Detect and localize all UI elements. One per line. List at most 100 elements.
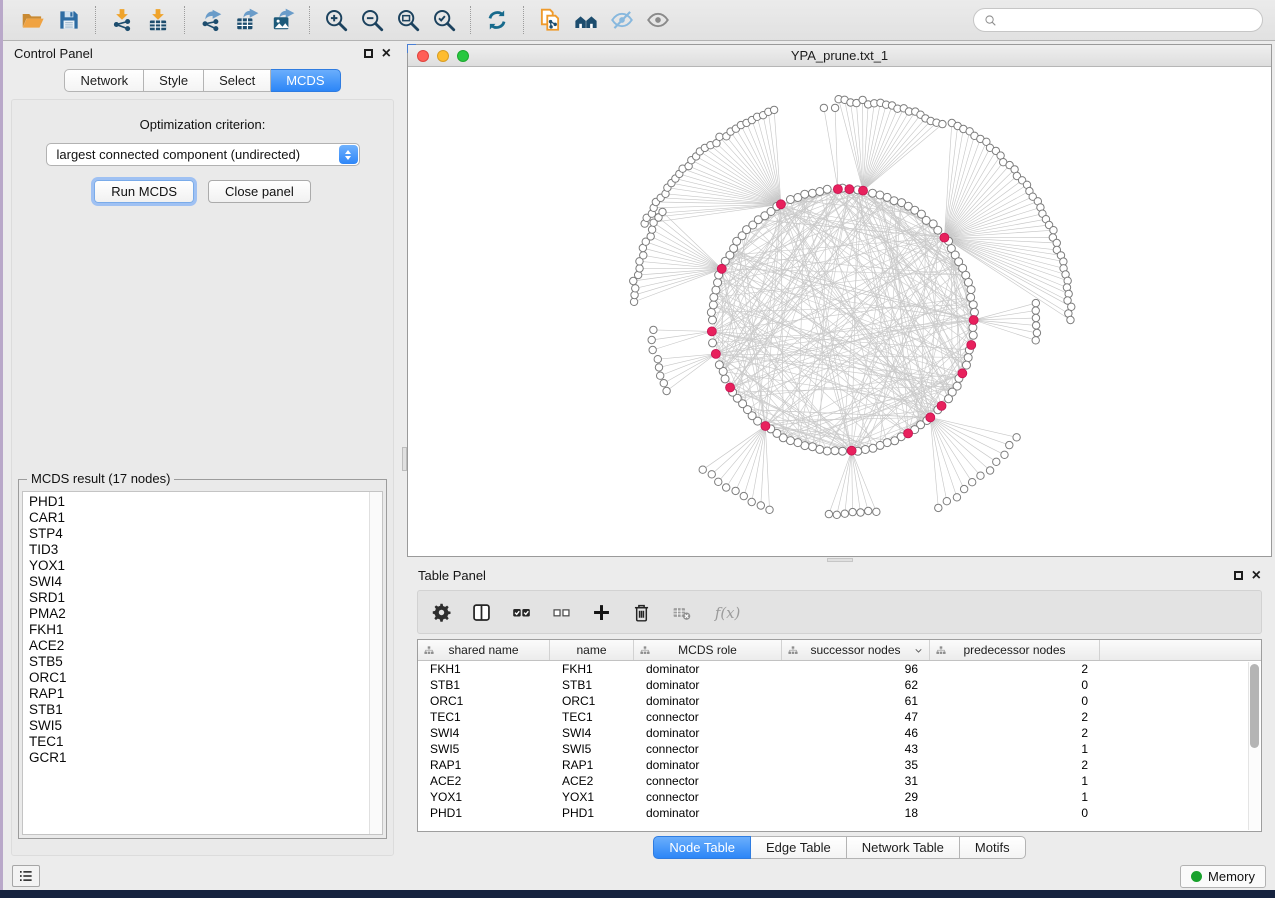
table-row[interactable]: TEC1TEC1connector472 [418, 709, 1261, 725]
column-header-MCDS-role[interactable]: MCDS role [634, 640, 782, 660]
close-panel-icon[interactable]: × [382, 48, 391, 60]
function-builder-button: f(x) [710, 601, 746, 624]
float-table-panel-icon[interactable] [1234, 571, 1243, 580]
criterion-select[interactable]: largest connected component (undirected) [46, 143, 360, 166]
zoom-out-button[interactable] [354, 4, 390, 36]
table-row[interactable]: STB1STB1dominator620 [418, 677, 1261, 693]
mcds-result-item[interactable]: FKH1 [23, 622, 369, 638]
zoom-fit-button[interactable] [390, 4, 426, 36]
mcds-result-item[interactable]: YOX1 [23, 558, 369, 574]
search-input[interactable] [1004, 12, 1253, 29]
status-menu-button[interactable] [12, 865, 40, 887]
close-window-icon[interactable] [417, 50, 429, 62]
memory-button[interactable]: Memory [1180, 865, 1266, 888]
network-window: YPA_prune.txt_1 [407, 44, 1272, 557]
save-session-button[interactable] [51, 4, 87, 36]
table-row[interactable]: YOX1YOX1connector291 [418, 789, 1261, 805]
table-row[interactable]: FKH1FKH1dominator962 [418, 661, 1261, 677]
mcds-result-item[interactable]: ORC1 [23, 670, 369, 686]
search-box[interactable] [973, 8, 1263, 32]
refresh-button[interactable] [479, 4, 515, 36]
show-all-button[interactable] [640, 4, 676, 36]
mcds-result-item[interactable]: STB1 [23, 702, 369, 718]
minimize-window-icon[interactable] [437, 50, 449, 62]
tab-style[interactable]: Style [144, 69, 204, 92]
column-layout-button[interactable] [470, 601, 493, 624]
zoom-selected-button[interactable] [426, 4, 462, 36]
mcds-result-item[interactable]: PMA2 [23, 606, 369, 622]
mcds-result-item[interactable]: STP4 [23, 526, 369, 542]
cell-shared-name: YOX1 [418, 790, 550, 804]
table-settings-button[interactable] [430, 601, 453, 624]
mcds-result-item[interactable]: PHD1 [23, 494, 369, 510]
column-header-successor-nodes[interactable]: successor nodes [782, 640, 930, 660]
tab-network[interactable]: Network [64, 69, 144, 92]
network-title: YPA_prune.txt_1 [408, 48, 1271, 63]
float-panel-icon[interactable] [364, 49, 373, 58]
table-row[interactable]: ORC1ORC1dominator610 [418, 693, 1261, 709]
table-scrollbar[interactable] [1248, 662, 1260, 830]
mcds-result-list: PHD1CAR1STP4TID3YOX1SWI4SRD1PMA2FKH1ACE2… [22, 491, 383, 835]
mcds-result-item[interactable]: TEC1 [23, 734, 369, 750]
table-row[interactable]: PHD1PHD1dominator180 [418, 805, 1261, 821]
mcds-result-item[interactable]: SRD1 [23, 590, 369, 606]
deselect-all-rows-icon [551, 602, 572, 623]
show-all-icon [645, 7, 671, 33]
mcds-result-item[interactable]: SWI4 [23, 574, 369, 590]
open-file-button[interactable] [15, 4, 51, 36]
export-image-button[interactable] [265, 4, 301, 36]
select-all-rows-icon [511, 602, 532, 623]
table-tab-motifs[interactable]: Motifs [960, 836, 1026, 859]
delete-column-button[interactable] [630, 601, 653, 624]
tab-select[interactable]: Select [204, 69, 271, 92]
table-tab-network-table[interactable]: Network Table [847, 836, 960, 859]
first-neighbors-button[interactable] [568, 4, 604, 36]
zoom-in-button[interactable] [318, 4, 354, 36]
mcds-result-item[interactable]: CAR1 [23, 510, 369, 526]
table-panel-header: Table Panel × [407, 563, 1272, 588]
table-body: FKH1FKH1dominator962STB1STB1dominator620… [418, 661, 1261, 831]
add-column-button[interactable] [590, 601, 613, 624]
close-panel-button[interactable]: Close panel [208, 180, 311, 203]
hide-selected-button[interactable] [604, 4, 640, 36]
table-row[interactable]: SWI5SWI5connector431 [418, 741, 1261, 757]
import-table-button[interactable] [140, 4, 176, 36]
mcds-result-item[interactable]: GCR1 [23, 750, 369, 766]
table-row[interactable]: SWI4SWI4dominator462 [418, 725, 1261, 741]
cell-name: ORC1 [550, 694, 634, 708]
column-header-shared-name[interactable]: shared name [418, 640, 550, 660]
select-all-rows-button[interactable] [510, 601, 533, 624]
export-table-button[interactable] [229, 4, 265, 36]
table-tab-edge-table[interactable]: Edge Table [751, 836, 847, 859]
duplicate-network-button[interactable] [532, 4, 568, 36]
export-network-button[interactable] [193, 4, 229, 36]
control-panel: Control Panel × NetworkStyleSelectMCDS O… [3, 41, 402, 862]
table-tab-node-table[interactable]: Node Table [653, 836, 751, 859]
deselect-all-rows-button[interactable] [550, 601, 573, 624]
mcds-result-item[interactable]: SWI5 [23, 718, 369, 734]
column-header-name[interactable]: name [550, 640, 634, 660]
zoom-selected-icon [431, 7, 457, 33]
table-row[interactable]: ACE2ACE2connector311 [418, 773, 1261, 789]
scrollbar-thumb[interactable] [1250, 664, 1259, 748]
mcds-result-item[interactable]: RAP1 [23, 686, 369, 702]
chevron-down-icon[interactable] [913, 645, 924, 656]
mcds-result-item[interactable]: STB5 [23, 654, 369, 670]
close-table-panel-icon[interactable]: × [1252, 570, 1261, 582]
column-header-predecessor-nodes[interactable]: predecessor nodes [930, 640, 1100, 660]
list-scrollbar[interactable] [369, 492, 382, 834]
search-icon [983, 13, 998, 28]
import-network-button[interactable] [104, 4, 140, 36]
export-network-icon [198, 7, 224, 33]
first-neighbors-icon [573, 7, 599, 33]
mcds-result-item[interactable]: ACE2 [23, 638, 369, 654]
run-mcds-button[interactable]: Run MCDS [94, 180, 194, 203]
tab-mcds[interactable]: MCDS [271, 69, 340, 92]
table-row[interactable]: RAP1RAP1dominator352 [418, 757, 1261, 773]
horizontal-splitter[interactable] [407, 557, 1272, 563]
mcds-result-item[interactable]: TID3 [23, 542, 369, 558]
network-graph[interactable] [408, 67, 1271, 556]
cell-name: RAP1 [550, 758, 634, 772]
maximize-window-icon[interactable] [457, 50, 469, 62]
network-canvas[interactable] [408, 67, 1271, 556]
